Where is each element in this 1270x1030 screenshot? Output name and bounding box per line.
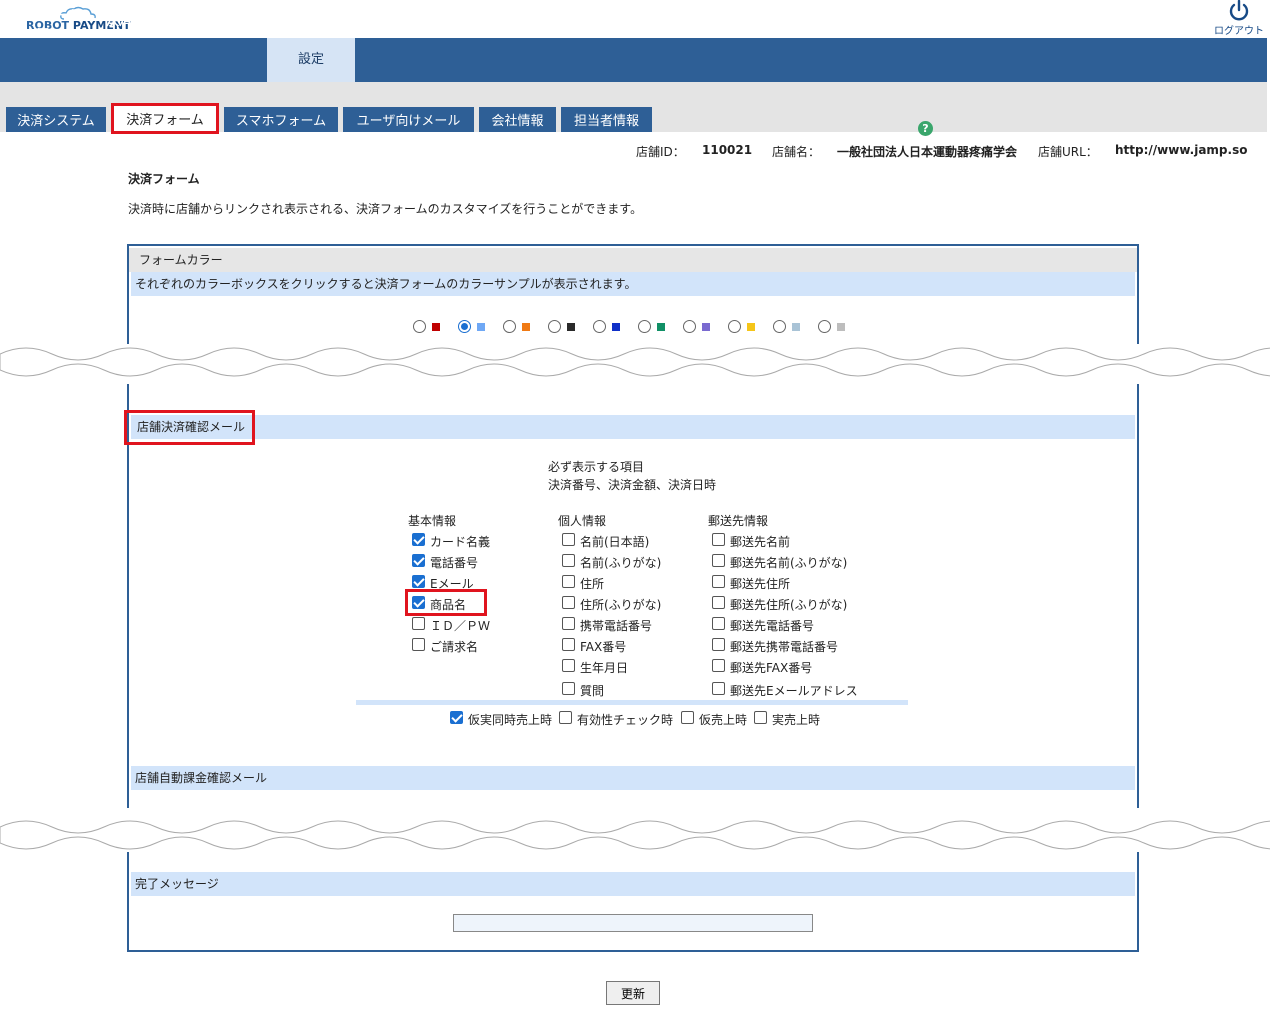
nav-payment-info[interactable]: 決済情報 xyxy=(88,0,176,44)
color-radio[interactable] xyxy=(413,320,426,333)
checkbox[interactable] xyxy=(562,575,575,588)
tab-payment-form[interactable]: 決済フォーム xyxy=(111,103,219,134)
tab-payment-system[interactable]: 決済システム xyxy=(6,107,106,132)
shop-id-value: 110021 xyxy=(702,143,753,157)
color-radio[interactable] xyxy=(503,320,516,333)
tab-smartphone-form[interactable]: スマホフォーム xyxy=(224,107,338,132)
color-swatch xyxy=(477,323,485,331)
shop-id-label: 店舗ID： xyxy=(636,145,685,159)
checkbox[interactable] xyxy=(562,554,575,567)
color-swatch xyxy=(522,323,530,331)
nav-change-password[interactable]: パスワード変更 xyxy=(710,0,798,44)
tab-staff-info[interactable]: 担当者情報 xyxy=(561,107,652,132)
nav-mail-payment[interactable]: メール決済管理 xyxy=(355,0,443,44)
shop-name-label: 店舗名： xyxy=(772,145,821,159)
checkbox[interactable] xyxy=(562,659,575,672)
col-personal-info: 個人情報 xyxy=(558,514,607,528)
checkbox[interactable] xyxy=(712,596,725,609)
tab-user-mail[interactable]: ユーザ向けメール xyxy=(343,107,474,132)
nav-top-menu[interactable]: トップメニュー xyxy=(0,0,86,44)
checkbox[interactable] xyxy=(681,711,694,724)
color-swatch xyxy=(792,323,800,331)
checkbox[interactable] xyxy=(562,682,575,695)
checkbox[interactable] xyxy=(562,596,575,609)
checkbox[interactable] xyxy=(450,711,463,724)
checkbox[interactable] xyxy=(559,711,572,724)
form-color-hint: それぞれのカラーボックスをクリックすると決済フォームのカラーサンプルが表示されま… xyxy=(131,272,1135,296)
checkbox[interactable] xyxy=(412,617,425,630)
complete-message-input[interactable] xyxy=(453,914,813,932)
auto-billing-heading: 店舗自動課金確認メール xyxy=(131,766,1135,790)
checkbox[interactable] xyxy=(712,575,725,588)
confirm-mail-heading: 店舗決済確認メール xyxy=(131,415,1135,439)
checkbox[interactable] xyxy=(754,711,767,724)
checkbox[interactable] xyxy=(712,554,725,567)
shop-url-label: 店舗URL： xyxy=(1038,145,1098,159)
color-radio[interactable] xyxy=(548,320,561,333)
color-swatch xyxy=(837,323,845,331)
highlight-product-name xyxy=(405,589,487,616)
logout-button[interactable]: ログアウト xyxy=(1212,0,1266,37)
page-break-wave xyxy=(0,347,1270,377)
checkbox[interactable] xyxy=(412,554,425,567)
checkbox[interactable] xyxy=(712,617,725,630)
checkbox[interactable] xyxy=(412,533,425,546)
page-title: 決済フォーム xyxy=(128,172,200,186)
color-radio[interactable] xyxy=(683,320,696,333)
page-description: 決済時に店舗からリンクされ表示される、決済フォームのカスタマイズを行うことができ… xyxy=(128,202,643,216)
checkbox[interactable] xyxy=(562,617,575,630)
nav-logout[interactable]: ログアウト xyxy=(620,0,710,44)
checkbox[interactable] xyxy=(712,682,725,695)
options-divider xyxy=(356,700,908,705)
tab-company-info[interactable]: 会社情報 xyxy=(479,107,556,132)
required-items-list: 決済番号、決済金額、決済日時 xyxy=(548,478,717,492)
color-radio[interactable] xyxy=(593,320,606,333)
checkbox[interactable] xyxy=(562,638,575,651)
color-swatch xyxy=(747,323,755,331)
color-swatch xyxy=(612,323,620,331)
checkbox[interactable] xyxy=(412,575,425,588)
color-swatch xyxy=(567,323,575,331)
highlight-confirm-mail-heading xyxy=(124,410,255,445)
nav-sales-summary[interactable]: 売上集計 xyxy=(444,0,532,44)
color-options xyxy=(129,320,1137,336)
form-color-panel: フォームカラー それぞれのカラーボックスをクリックすると決済フォームのカラーサン… xyxy=(127,244,1139,344)
color-radio[interactable] xyxy=(638,320,651,333)
checkbox[interactable] xyxy=(562,533,575,546)
form-color-heading: フォームカラー xyxy=(129,248,1137,272)
color-radio[interactable] xyxy=(818,320,831,333)
color-radio[interactable] xyxy=(773,320,786,333)
color-swatch xyxy=(657,323,665,331)
shop-url-value: http://www.jamp.so xyxy=(1115,143,1248,157)
required-items-title: 必ず表示する項目 xyxy=(548,460,645,474)
checkbox[interactable] xyxy=(712,533,725,546)
page-break-wave xyxy=(0,820,1270,850)
help-icon[interactable]: ? xyxy=(918,121,933,136)
power-icon xyxy=(1229,0,1249,21)
main-nav xyxy=(0,38,1267,82)
logout-label: ログアウト xyxy=(1214,26,1264,37)
shop-name-value: 一般社団法人日本運動器疼痛学会 xyxy=(837,145,1018,159)
color-swatch xyxy=(702,323,710,331)
shop-info: 店舗ID： 110021 店舗名： 一般社団法人日本運動器疼痛学会 店舗URL：… xyxy=(0,143,1270,161)
complete-message-panel: 完了メッセージ xyxy=(127,852,1139,952)
complete-message-heading: 完了メッセージ xyxy=(131,872,1135,896)
color-radio[interactable] xyxy=(458,320,471,333)
color-swatch xyxy=(432,323,440,331)
color-radio[interactable] xyxy=(728,320,741,333)
update-button[interactable]: 更新 xyxy=(606,981,660,1005)
checkbox[interactable] xyxy=(712,659,725,672)
col-shipping-info: 郵送先情報 xyxy=(708,514,769,528)
checkbox[interactable] xyxy=(712,638,725,651)
nav-settings[interactable]: 設定 xyxy=(267,38,355,82)
checkbox[interactable] xyxy=(412,638,425,651)
nav-help[interactable]: ヘルプ xyxy=(532,0,620,44)
nav-product-info[interactable]: 商品情報 xyxy=(178,0,266,44)
col-basic-info: 基本情報 xyxy=(408,514,457,528)
